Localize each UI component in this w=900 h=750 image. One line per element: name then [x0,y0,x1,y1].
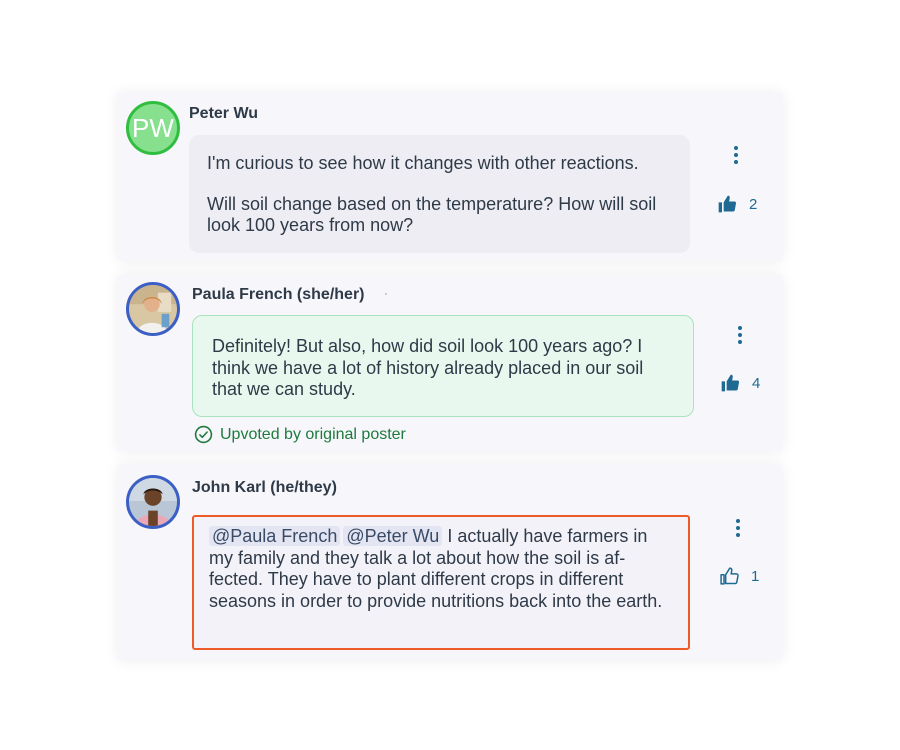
comment-author[interactable]: Peter Wu [189,105,258,123]
comment-body: I'm curious to see how it changes with o… [189,135,690,253]
avatar-photo-icon [129,478,177,526]
comment-author[interactable]: John Karl (he/they) [192,479,337,497]
more-options-button[interactable] [737,326,743,344]
comment-author[interactable]: Paula French (she/her) [192,286,365,304]
comment-paragraph: I'm curious to see how it changes with o… [207,153,639,173]
like-count: 2 [749,195,758,213]
kebab-icon [738,326,742,330]
like-button[interactable]: 2 [717,194,757,214]
thumbs-up-filled-icon [721,374,740,392]
thumbs-up-filled-icon [718,195,737,213]
upvoted-badge: Upvoted by original poster [194,425,406,444]
like-button[interactable]: 1 [719,566,759,586]
avatar[interactable] [126,282,180,336]
kebab-icon [736,519,740,523]
avatar[interactable]: PW [126,101,180,155]
like-count: 4 [752,374,761,392]
check-circle-icon [194,425,213,444]
kebab-icon [734,146,738,150]
thumbs-up-outline-icon [720,567,739,585]
upvoted-badge-label: Upvoted by original poster [220,425,406,443]
more-options-button[interactable] [735,519,741,537]
comment-body: @Paula French @Peter Wu I actually have f… [192,515,690,650]
comment-card: Paula French (she/her) Definitely! But a… [118,275,782,451]
comment-card: PW Peter Wu I'm curious to see how it ch… [118,93,782,261]
like-count: 1 [751,567,760,585]
comment-card: John Karl (he/they) @Paula French @Peter … [118,465,782,660]
like-button[interactable]: 4 [720,373,760,393]
more-options-button[interactable] [733,146,739,164]
comment-paragraph: Will soil change based on the temperatur… [207,193,657,236]
avatar-photo-icon [129,285,177,333]
separator-dot [385,293,387,295]
mention-tag[interactable]: @Peter Wu [343,526,443,546]
mention-tag[interactable]: @Paula French [209,526,341,546]
comment-body: Definitely! But also, how did soil look … [192,315,694,417]
avatar[interactable] [126,475,180,529]
